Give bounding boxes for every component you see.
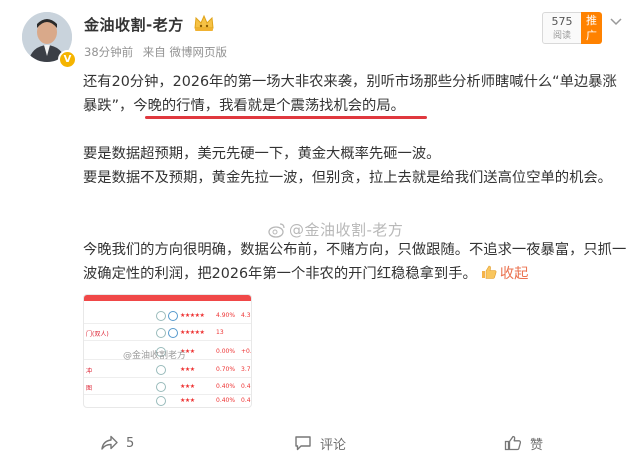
image-row-extra: 0.4	[241, 383, 251, 390]
post-source: 来自 微博网页版	[142, 45, 227, 59]
image-header-band	[84, 295, 251, 301]
image-row-pct: 4.90%	[216, 312, 236, 319]
image-row-circle-icon	[156, 328, 166, 338]
image-row-circle-icon	[156, 382, 166, 392]
post-paragraph-2: 要是数据超预期，美元先硬一下，黄金大概率先砸一波。	[83, 146, 441, 162]
author-name[interactable]: 金油收割-老方	[84, 14, 184, 35]
image-row-circle-icon	[168, 311, 178, 321]
share-count: 5	[126, 435, 135, 451]
image-row: 门(双人) ★★★★★ 13	[84, 324, 251, 341]
post-paragraph-4: 今晚我们的方向很明确，数据公布前，不赌方向，只做跟随。不追求一夜暴富，只抓一波确…	[83, 238, 628, 286]
post-time[interactable]: 38分钟前	[84, 45, 133, 59]
comment-icon	[295, 436, 311, 451]
image-row-pct: 0.00%	[216, 348, 236, 355]
thumbs-up-emoji-icon	[481, 265, 497, 279]
image-row-stars: ★★★★★	[180, 312, 205, 319]
post-paragraph-3: 要是数据不及预期，黄金先拉一波，但别贪，拉上去就是给我们送高位空单的机会。	[83, 170, 612, 186]
image-watermark: @金油收割老方	[123, 351, 187, 361]
post-paragraph-4-text: 今晚我们的方向很明确，数据公布前，不赌方向，只做跟随。不追求一夜暴富，只抓一波确…	[83, 242, 627, 282]
watermark-text: @金油收割-老方	[289, 221, 404, 239]
image-row-pct: 0.70%	[216, 366, 236, 373]
like-label: 赞	[530, 437, 544, 453]
image-row-name: 冲	[86, 368, 93, 375]
image-row-extra: 0.4	[241, 397, 251, 404]
like-icon	[504, 435, 522, 451]
image-row-extra: +0.	[241, 348, 252, 355]
image-row: 冲 ★★★ 0.70% 3.7	[84, 361, 251, 378]
image-row: ★★★★★ 4.90% 4.3	[84, 307, 251, 324]
promote-button[interactable]: 推广	[581, 12, 602, 44]
image-row-circle-icon	[156, 311, 166, 321]
image-row-stars: ★★★★★	[180, 329, 205, 336]
image-row-stars: ★★★	[180, 397, 195, 404]
image-row-extra: 4.3	[241, 312, 251, 319]
image-row-circle-icon	[156, 396, 166, 406]
chevron-down-icon[interactable]	[610, 18, 622, 26]
collapse-link[interactable]: 收起	[500, 266, 529, 282]
read-count: 575	[551, 15, 573, 28]
member-crown-icon[interactable]	[193, 13, 215, 33]
image-row-name: 图	[86, 385, 93, 392]
comment-label: 评论	[320, 437, 347, 453]
image-row-pct: 13	[216, 329, 224, 336]
image-row-circle-icon	[168, 328, 178, 338]
image-row-name: 门(双人)	[86, 331, 109, 338]
action-bar: 5 评论 赞	[0, 428, 642, 458]
weibo-logo-icon	[268, 223, 285, 238]
highlight-underline	[145, 116, 427, 119]
share-icon	[101, 435, 118, 450]
image-row-circle-icon	[156, 365, 166, 375]
image-row-divider	[84, 340, 251, 341]
image-row-extra: 3.7	[241, 366, 251, 373]
read-count-box: 575 阅读	[542, 12, 582, 44]
post-meta: 38分钟前 来自 微博网页版	[84, 44, 233, 60]
share-button[interactable]: 5	[100, 428, 134, 458]
image-row: ★★★ 0.40% 0.4	[84, 392, 251, 407]
read-label: 阅读	[552, 31, 571, 41]
image-row-stars: ★★★	[180, 366, 195, 373]
verified-badge-icon: V	[58, 50, 77, 69]
like-button[interactable]: 赞	[504, 428, 543, 458]
image-row-stars: ★★★	[180, 383, 195, 390]
comment-button[interactable]: 评论	[294, 428, 346, 458]
image-row-pct: 0.40%	[216, 397, 236, 404]
post-paragraph-1: 还有20分钟，2026年的第一场大非农来袭，别听市场那些分析师瞎喊什么“单边暴涨…	[83, 74, 617, 114]
image-row-pct: 0.40%	[216, 383, 236, 390]
text-watermark: @金油收割-老方	[268, 219, 403, 240]
promote-label: 推广	[586, 14, 597, 42]
